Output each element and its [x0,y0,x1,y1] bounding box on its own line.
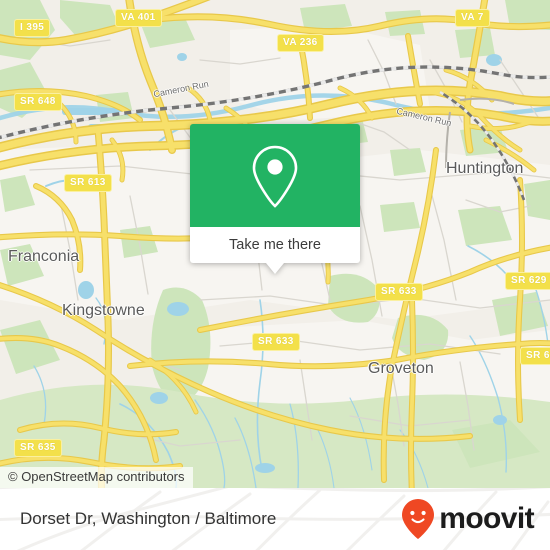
map-canvas[interactable]: I 395 VA 401 VA 7 VA 236 SR 648 SR 613 S… [0,0,550,488]
road-shield: SR 633 [252,333,300,351]
road-shield: SR 629 [505,272,550,290]
road-shield: SR 648 [14,93,62,111]
location-popup-card[interactable]: Take me there [190,124,360,274]
popup-pin-panel [190,124,360,227]
take-me-there-button[interactable]: Take me there [190,227,360,274]
osm-attribution[interactable]: © OpenStreetMap contributors [0,467,193,488]
road-shield: SR 62 [520,347,550,365]
road-shield: VA 236 [277,34,324,52]
place-label-kingstowne: Kingstowne [62,302,145,319]
take-me-there-label: Take me there [229,237,321,253]
map-pin-icon [252,145,298,208]
page-title: Dorset Dr, Washington / Baltimore [20,509,277,528]
road-shield: SR 613 [64,174,112,192]
road-shield: VA 7 [455,9,490,27]
moovit-map-screenshot: I 395 VA 401 VA 7 VA 236 SR 648 SR 613 S… [0,0,550,550]
moovit-pin-icon [402,499,435,539]
moovit-wordmark: moovit [439,502,534,535]
road-shield: I 395 [14,19,51,37]
road-shield: SR 633 [375,283,423,301]
place-label-huntington: Huntington [446,160,524,177]
road-shield: VA 401 [115,9,162,27]
place-label-franconia: Franconia [8,248,80,265]
place-label-groveton: Groveton [368,360,434,377]
popup-pointer-tail [266,263,284,274]
moovit-brand[interactable]: moovit [401,498,535,540]
road-shield: SR 635 [14,439,62,457]
footer-bar: Dorset Dr, Washington / Baltimore moovit [0,488,550,550]
